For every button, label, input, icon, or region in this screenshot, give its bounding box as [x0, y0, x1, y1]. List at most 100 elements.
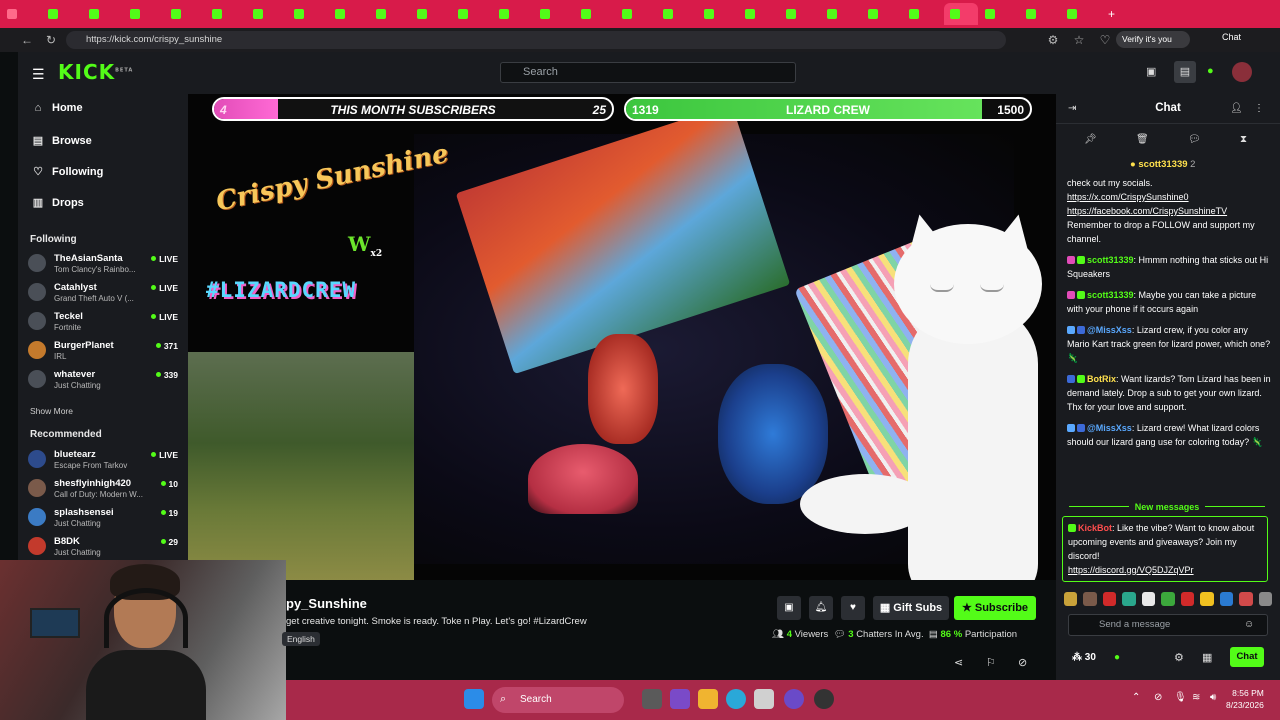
browser-tab[interactable] — [979, 3, 1019, 25]
tray-chevron-icon[interactable]: ⌃ — [1132, 692, 1140, 703]
browser-tab[interactable] — [329, 3, 369, 25]
message-user[interactable]: @MissXss — [1087, 325, 1132, 335]
new-tab-button[interactable]: + — [1102, 3, 1124, 25]
emote-icon[interactable] — [1180, 592, 1195, 606]
message-link[interactable]: https://x.com/CrispySunshine0 — [1067, 192, 1189, 202]
copilot-icon[interactable] — [670, 689, 690, 709]
kick-logo[interactable]: KICKBETA — [58, 60, 133, 84]
trash-icon[interactable]: 🗑︎ — [1136, 134, 1149, 145]
more-options-icon[interactable]: ⋮ — [1254, 103, 1264, 114]
taskbar-search[interactable]: Search — [492, 687, 624, 713]
emote-icon[interactable] — [1122, 592, 1136, 606]
browser-tab[interactable] — [1061, 3, 1101, 25]
browser-tab[interactable] — [534, 3, 574, 25]
browser-tab[interactable] — [411, 3, 451, 25]
browser-copilot-chat[interactable]: Chat — [1222, 32, 1241, 42]
layout-icon[interactable]: ▤ — [1174, 61, 1196, 83]
emote-icon[interactable] — [1239, 592, 1253, 606]
show-more-link[interactable]: Show More — [30, 406, 73, 416]
emote-icon[interactable] — [1161, 592, 1175, 606]
user-avatar[interactable] — [1232, 62, 1252, 82]
browser-tab[interactable] — [780, 3, 820, 25]
volume-icon[interactable]: 🔊︎ — [1210, 692, 1216, 703]
file-explorer-icon[interactable] — [698, 689, 718, 709]
browser-tab[interactable] — [493, 3, 533, 25]
browser-tab-active[interactable] — [944, 3, 978, 25]
message-user[interactable]: BotRix — [1087, 374, 1116, 384]
obs-icon[interactable] — [814, 689, 834, 709]
message-link[interactable]: https://discord.gg/VQ5DJZqVPr — [1068, 565, 1194, 575]
users-icon[interactable]: 👤︎ — [1230, 103, 1243, 114]
sidebar-channel[interactable]: shesflyinhigh420 Call of Duty: Modern W..… — [28, 476, 178, 502]
kick-points-icon[interactable]: ● — [1114, 652, 1120, 663]
browser-tab[interactable] — [124, 3, 164, 25]
edge-browser-icon[interactable] — [726, 689, 746, 709]
subscribe-button[interactable]: ★ Subscribe — [954, 596, 1036, 620]
browser-tab[interactable] — [575, 3, 615, 25]
gift-subs-button[interactable]: ▦ Gift Subs — [873, 596, 949, 620]
sidebar-channel[interactable]: Teckel Fortnite LIVE — [28, 309, 178, 335]
video-player[interactable]: 4 THIS MONTH SUBSCRIBERS 25 1319 LIZARD … — [188, 94, 1056, 580]
search-input[interactable]: Search — [500, 62, 796, 83]
notifications-button[interactable]: 🔔︎ — [809, 596, 833, 620]
nav-drops[interactable]: ▥ Drops — [32, 196, 84, 210]
message-user[interactable]: KickBot — [1078, 523, 1112, 533]
channel-points[interactable]: ⁂ 30 — [1072, 652, 1096, 663]
browser-tab[interactable] — [821, 3, 861, 25]
nav-following[interactable]: ♡ Following — [32, 165, 103, 179]
sidebar-channel[interactable]: whatever Just Chatting 339 — [28, 367, 178, 393]
browser-tab[interactable] — [206, 3, 246, 25]
discord-icon[interactable] — [784, 689, 804, 709]
language-tag[interactable]: English — [282, 632, 320, 646]
follow-button[interactable]: ♥ — [841, 596, 865, 620]
browser-tab[interactable] — [165, 3, 205, 25]
emote-icon[interactable] — [1141, 592, 1156, 606]
emote-icon[interactable] — [1064, 592, 1078, 606]
settings-icon[interactable]: ⚙ — [1174, 651, 1184, 664]
browser-tab[interactable] — [452, 3, 492, 25]
mute-icon[interactable]: ⊘ — [1018, 656, 1027, 669]
sidebar-channel[interactable]: splashsensei Just Chatting 19 — [28, 505, 178, 531]
new-messages-divider[interactable]: New messages — [1062, 502, 1272, 512]
message-user[interactable]: scott31339 — [1087, 255, 1134, 265]
chat-bubble-icon[interactable]: 💬︎ — [1188, 134, 1201, 145]
emoji-icon[interactable]: ☺ — [1244, 619, 1254, 630]
store-icon[interactable] — [754, 689, 774, 709]
emote-icon[interactable] — [1200, 592, 1214, 606]
profile-verify-button[interactable]: Verify it's you — [1116, 31, 1190, 48]
reload-icon[interactable]: ↻ — [44, 33, 58, 47]
browser-tab[interactable] — [42, 3, 82, 25]
nav-home[interactable]: ⌂ Home — [32, 102, 83, 114]
emote-icon[interactable] — [1083, 592, 1097, 606]
clip-button[interactable]: ▣ — [777, 596, 801, 620]
sidebar-channel[interactable]: TheAsianSanta Tom Clancy's Rainbo... LIVE — [28, 251, 178, 277]
browser-tab[interactable] — [862, 3, 902, 25]
wifi-icon[interactable]: ≋ — [1192, 692, 1200, 703]
back-icon[interactable]: ← — [20, 33, 34, 47]
chat-send-button[interactable]: Chat — [1230, 647, 1264, 667]
sidebar-channel[interactable]: Catahlyst Grand Theft Auto V (... LIVE — [28, 280, 178, 306]
gift-icon[interactable]: ▦ — [1202, 651, 1212, 664]
emote-icon[interactable] — [1219, 592, 1234, 606]
sidebar-channel[interactable]: B8DK Just Chatting 29 — [28, 534, 178, 560]
sidebar-channel[interactable]: bluetearz Escape From Tarkov LIVE — [28, 447, 178, 473]
extension-icon[interactable]: ⚙ — [1046, 33, 1060, 47]
message-link[interactable]: https://facebook.com/CrispySunshineTV — [1067, 206, 1227, 216]
kick-points-icon[interactable]: ● — [1207, 65, 1214, 77]
task-view-icon[interactable] — [642, 689, 662, 709]
bookmark-icon[interactable]: ☆ — [1072, 33, 1086, 47]
timer-icon[interactable]: ⧗ — [1240, 134, 1247, 145]
sidebar-channel[interactable]: BurgerPlanet IRL 371 — [28, 338, 178, 364]
url-field[interactable]: https://kick.com/crispy_sunshine — [66, 31, 1006, 49]
browser-tab[interactable] — [903, 3, 943, 25]
browser-tab[interactable] — [288, 3, 328, 25]
report-icon[interactable]: ⚐ — [986, 656, 996, 669]
chat-input[interactable]: Send a message — [1068, 614, 1268, 636]
theater-mode-icon[interactable]: ▣ — [1146, 65, 1156, 78]
browser-tab[interactable] — [1020, 3, 1060, 25]
browser-tab[interactable] — [370, 3, 410, 25]
message-user[interactable]: scott31339 — [1087, 290, 1134, 300]
windows-start-icon[interactable] — [464, 689, 484, 709]
collections-icon[interactable]: ♡ — [1098, 33, 1112, 47]
browser-tab[interactable] — [698, 3, 738, 25]
